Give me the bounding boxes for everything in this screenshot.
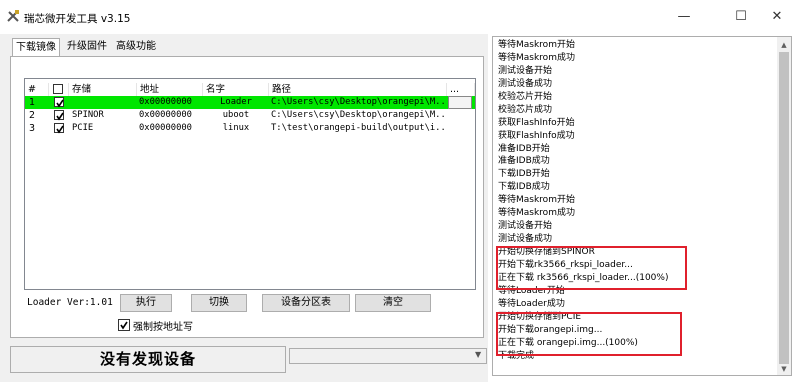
device-status-text: 没有发现设备: [99, 350, 196, 368]
device-combo[interactable]: [289, 348, 487, 364]
table-row[interactable]: 3 PCIE 0x00000000 linux T:\test\orangepi…: [25, 122, 475, 135]
row-checkbox[interactable]: [54, 123, 64, 134]
log-line: 等待Maskrom成功: [498, 52, 575, 63]
highlight-box: [496, 246, 687, 290]
column-header-address[interactable]: 地址: [137, 83, 203, 96]
force-address-checkbox[interactable]: [118, 319, 130, 331]
row-storage: PCIE: [72, 123, 94, 133]
minimize-button[interactable]: —: [661, 0, 707, 34]
log-line: 获取FlashInfo开始: [498, 117, 575, 128]
row-path[interactable]: C:\Users\csy\Desktop\orangepi\M...: [271, 109, 447, 122]
execute-button[interactable]: 执行: [120, 294, 172, 312]
tab-upgrade-firmware[interactable]: 升级固件: [64, 38, 110, 56]
row-storage: [72, 96, 136, 109]
log-line: 等待Maskrom成功: [498, 208, 575, 219]
highlight-box: [496, 312, 682, 356]
clear-button[interactable]: 清空: [355, 294, 431, 312]
column-header-more[interactable]: ...: [447, 83, 475, 96]
table-row[interactable]: 2 SPINOR 0x00000000 uboot C:\Users\csy\D…: [25, 96, 475, 122]
row-name[interactable]: uboot: [203, 109, 269, 122]
row-checkbox[interactable]: [54, 110, 64, 121]
scrollbar-thumb[interactable]: [779, 52, 789, 364]
switch-button[interactable]: 切换: [191, 294, 247, 312]
log-line: 测试设备开始: [498, 221, 553, 232]
log-line: 等待Loader成功: [498, 298, 565, 309]
row-browse-button[interactable]: [448, 96, 472, 109]
tab-download-image[interactable]: 下载镜像: [12, 38, 60, 57]
row-checkbox[interactable]: [54, 97, 64, 108]
tab-advanced-functions[interactable]: 高级功能: [113, 38, 159, 56]
scroll-up-icon[interactable]: ▲: [777, 38, 791, 52]
log-line: 测试设备开始: [498, 65, 553, 76]
log-line: 获取FlashInfo成功: [498, 130, 575, 141]
header-checkbox[interactable]: [53, 84, 63, 94]
window-title: 瑞芯微开发工具 v3.15: [24, 13, 131, 25]
row-path[interactable]: T:\test\orangepi-build\output\i...: [271, 122, 447, 135]
force-address-label[interactable]: 强制按地址写: [133, 318, 193, 333]
column-header-name[interactable]: 名字: [203, 83, 269, 96]
log-line: 准备IDB成功: [498, 156, 550, 167]
loader-version-label: Loader Ver:1.01: [27, 297, 113, 308]
row-path[interactable]: C:\Users\csy\Desktop\orangepi\M...: [271, 96, 447, 109]
row-address[interactable]: 0x00000000: [139, 96, 203, 109]
row-address[interactable]: 0x00000000: [139, 109, 203, 122]
log-line: 等待Maskrom开始: [498, 195, 575, 206]
close-button[interactable]: ✕: [754, 0, 800, 34]
column-header-check[interactable]: [49, 83, 69, 96]
log-panel[interactable]: 等待Maskrom开始 等待Maskrom成功 测试设备开始 测试设备成功 校验芯片开始…: [492, 36, 792, 376]
row-index: 2: [29, 110, 36, 121]
column-header-index[interactable]: #: [25, 83, 49, 96]
scroll-down-icon[interactable]: ▼: [777, 362, 791, 376]
log-line: 准备IDB开始: [498, 143, 550, 154]
row-name[interactable]: linux: [203, 122, 269, 135]
chevron-down-icon[interactable]: ▼: [475, 350, 481, 359]
row-index: 3: [29, 123, 36, 134]
log-line: 校验芯片开始: [498, 91, 553, 102]
row-address[interactable]: 0x00000000: [139, 122, 203, 135]
download-grid: # 存储 地址 名字 路径 ... 1 0x00000000 Loader C:…: [24, 78, 476, 290]
log-line: 测试设备成功: [498, 234, 553, 245]
row-name[interactable]: Loader: [203, 96, 269, 109]
log-line: 下载IDB成功: [498, 182, 550, 193]
log-line: 测试设备成功: [498, 78, 553, 89]
title-bar[interactable]: 瑞芯微开发工具 v3.15 — ☐ ✕: [0, 0, 800, 34]
app-icon: [6, 9, 20, 23]
table-row[interactable]: 1 0x00000000 Loader C:\Users\csy\Desktop…: [25, 96, 475, 109]
log-line: 下载IDB开始: [498, 169, 550, 180]
row-storage: SPINOR: [72, 110, 104, 120]
column-header-path[interactable]: 路径: [269, 83, 447, 96]
log-line: 等待Maskrom开始: [498, 40, 575, 50]
partition-table-button[interactable]: 设备分区表: [262, 294, 350, 312]
log-line: 校验芯片成功: [498, 104, 553, 115]
column-header-storage[interactable]: 存储: [69, 83, 137, 96]
row-index: 1: [29, 97, 36, 108]
